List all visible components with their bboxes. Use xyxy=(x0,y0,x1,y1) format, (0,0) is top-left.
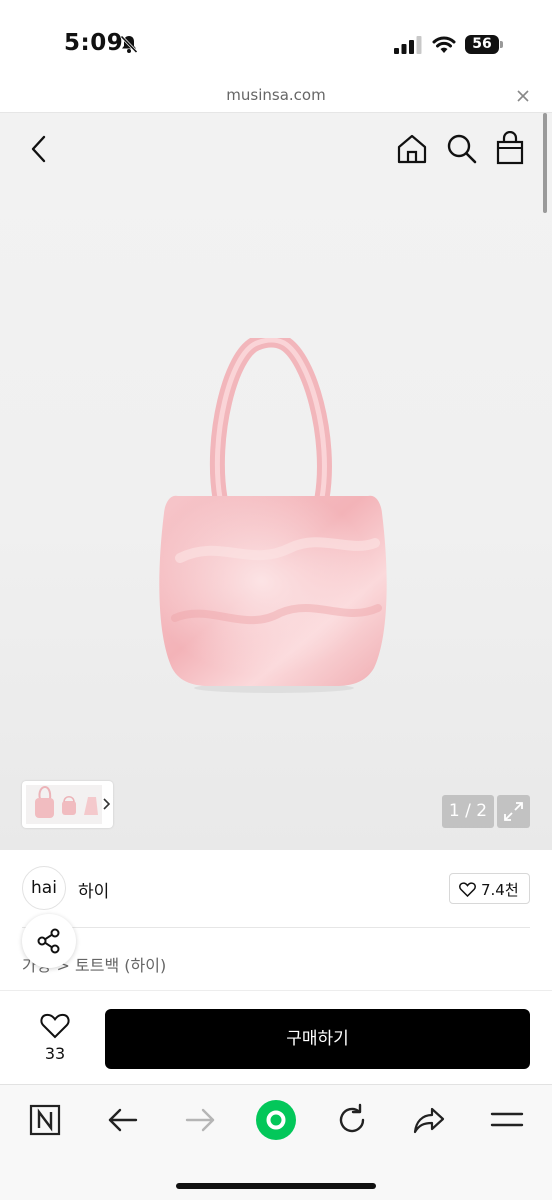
image-page-counter: 1 / 2 xyxy=(442,795,494,828)
wifi-icon xyxy=(432,36,456,53)
heart-icon xyxy=(459,882,476,897)
brand-like-count: 7.4천 xyxy=(481,881,519,899)
product-photo xyxy=(159,338,387,693)
bell-slash-icon xyxy=(120,35,138,54)
brand-like-button[interactable]: 7.4천 xyxy=(449,873,530,904)
battery-level: 56 xyxy=(472,36,492,52)
home-indicator xyxy=(176,1183,376,1189)
close-icon[interactable] xyxy=(515,88,531,104)
chevron-right-icon[interactable] xyxy=(102,797,110,811)
status-bar: 5:09 56 xyxy=(0,0,552,86)
shopping-bag-icon[interactable] xyxy=(494,131,526,165)
home-icon[interactable] xyxy=(396,133,428,165)
cellular-signal-icon xyxy=(394,36,422,54)
browser-toolbar xyxy=(0,1084,552,1200)
expand-icon xyxy=(504,802,523,821)
url-bar[interactable]: musinsa.com xyxy=(0,80,552,113)
fullscreen-button[interactable] xyxy=(497,795,530,828)
share-icon xyxy=(37,928,60,954)
reload-icon[interactable] xyxy=(335,1103,369,1137)
purchase-bar: 33 구매하기 xyxy=(0,990,552,1084)
battery-cap xyxy=(500,41,503,48)
share-arrow-icon[interactable] xyxy=(412,1103,446,1137)
menu-icon[interactable] xyxy=(490,1103,524,1137)
battery-indicator: 56 xyxy=(465,35,503,54)
green-dot-icon[interactable] xyxy=(255,1099,297,1141)
wishlist-heart-icon[interactable] xyxy=(40,1013,70,1039)
scrollbar-thumb[interactable] xyxy=(543,113,547,213)
arrow-left-icon[interactable] xyxy=(106,1103,140,1137)
buy-button[interactable]: 구매하기 xyxy=(105,1009,530,1069)
brand-name[interactable]: 하이 xyxy=(78,877,109,902)
search-icon[interactable] xyxy=(446,133,478,165)
thumbnail-image[interactable] xyxy=(26,785,102,824)
share-button[interactable] xyxy=(22,914,76,968)
divider xyxy=(22,927,530,928)
naver-n-icon[interactable] xyxy=(28,1103,62,1137)
url-text: musinsa.com xyxy=(226,86,326,104)
thumbnail-strip[interactable] xyxy=(22,781,113,828)
back-icon[interactable] xyxy=(26,133,52,165)
wishlist-count: 33 xyxy=(44,1044,66,1063)
brand-row[interactable]: hai 하이 7.4천 xyxy=(0,850,552,928)
brand-logo[interactable]: hai xyxy=(22,866,66,910)
product-image-carousel[interactable]: 1 / 2 xyxy=(0,113,552,850)
arrow-right-icon[interactable] xyxy=(183,1103,217,1137)
status-time: 5:09 xyxy=(64,30,124,56)
